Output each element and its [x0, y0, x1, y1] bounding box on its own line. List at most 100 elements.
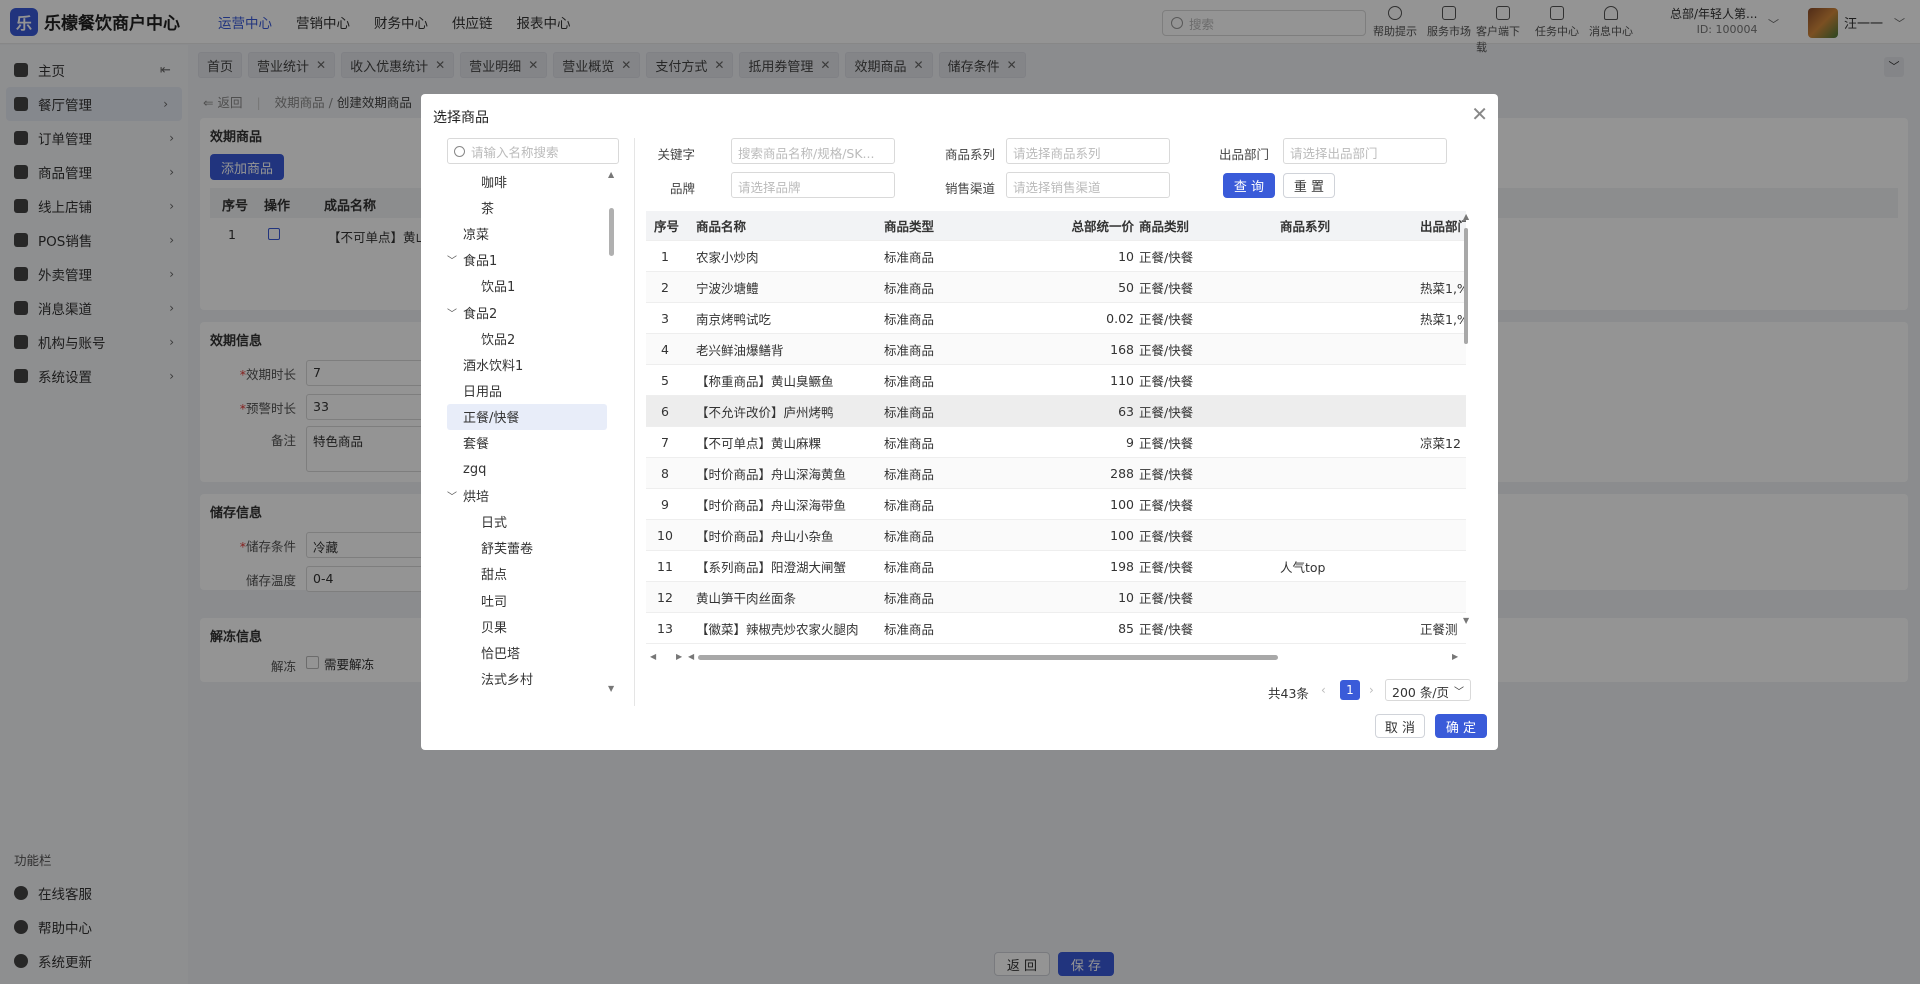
cell-price: 100: [1110, 527, 1134, 543]
table-row[interactable]: 5 【称重商品】黄山臭鳜鱼 标准商品 110 正餐/快餐: [646, 365, 1466, 396]
table-row[interactable]: 4 老兴鲜油爆鳝背 标准商品 168 正餐/快餐: [646, 334, 1466, 365]
tree-node-japanese[interactable]: 日式: [447, 508, 607, 534]
tree-node-daily[interactable]: 日用品: [447, 378, 607, 404]
query-button[interactable]: 查 询: [1223, 173, 1275, 198]
grid-h-scroll-thumb[interactable]: [698, 655, 1278, 660]
scroll-up-icon[interactable]: ▲: [608, 170, 614, 179]
cell-price: 10: [1118, 248, 1134, 264]
page-size-select[interactable]: 200 条/页 ﹀: [1385, 679, 1471, 701]
cell-price: 63: [1118, 403, 1134, 419]
tree-node-zgq[interactable]: zgq: [447, 456, 607, 482]
tree-node-dessert[interactable]: 甜点: [447, 561, 607, 587]
tree-search-input[interactable]: 请输入名称搜索: [447, 138, 619, 164]
table-row[interactable]: 13 【徽菜】辣椒壳炒农家火腿肉 标准商品 85 正餐/快餐 正餐测: [646, 613, 1466, 644]
cell-category: 正餐/快餐: [1139, 249, 1194, 265]
tree-node-drink1[interactable]: 饮品1: [447, 273, 607, 299]
chevron-left-icon[interactable]: ‹: [1321, 683, 1326, 697]
scroll-up-icon[interactable]: ▲: [1463, 212, 1469, 221]
cell-category: 正餐/快餐: [1139, 404, 1194, 420]
cell-name: 【时价商品】舟山小杂鱼: [696, 528, 834, 544]
chevron-right-icon[interactable]: ›: [1369, 683, 1374, 697]
table-row[interactable]: 10 【时价商品】舟山小杂鱼 标准商品 100 正餐/快餐: [646, 520, 1466, 551]
cell-name: 【时价商品】舟山深海黄鱼: [696, 466, 847, 482]
cell-index: 4: [661, 341, 669, 357]
cell-name: 【徽菜】辣椒壳炒农家火腿肉: [696, 621, 859, 637]
table-row[interactable]: 1 农家小炒肉 标准商品 10 正餐/快餐: [646, 241, 1466, 272]
chevron-down-icon[interactable]: ﹀: [447, 488, 463, 503]
col-category: 商品类别: [1139, 219, 1190, 234]
tree-node-beverage1[interactable]: 酒水饮料1: [447, 351, 607, 377]
tree-scroll-thumb[interactable]: [609, 208, 614, 256]
cell-name: 农家小炒肉: [696, 249, 759, 265]
scroll-down-icon[interactable]: ▼: [608, 684, 614, 693]
scroll-left-icon[interactable]: ◀: [650, 652, 656, 661]
cell-type: 标准商品: [884, 435, 935, 451]
table-row[interactable]: 8 【时价商品】舟山深海黄鱼 标准商品 288 正餐/快餐: [646, 458, 1466, 489]
table-row[interactable]: 2 宁波沙塘鳢 标准商品 50 正餐/快餐 热菜1,%: [646, 272, 1466, 303]
brand-select[interactable]: 请选择品牌: [731, 172, 895, 198]
table-row[interactable]: 9 【时价商品】舟山深海带鱼 标准商品 100 正餐/快餐: [646, 489, 1466, 520]
table-row-hovered[interactable]: 6 【不允许改价】庐州烤鸭 标准商品 63 正餐/快餐: [646, 396, 1466, 427]
channel-select[interactable]: 请选择销售渠道: [1006, 172, 1170, 198]
keyword-input[interactable]: 搜索商品名称/规格/SK...: [731, 138, 895, 164]
close-icon[interactable]: ✕: [1471, 102, 1488, 126]
cell-name: 【系列商品】阳澄湖大闸蟹: [696, 559, 847, 575]
chevron-down-icon[interactable]: ﹀: [447, 305, 463, 320]
table-row[interactable]: 12 黄山笋干肉丝面条 标准商品 10 正餐/快餐: [646, 582, 1466, 613]
tree-node-country[interactable]: 法式乡村: [447, 666, 607, 692]
tree-node-label: 凉菜: [463, 227, 490, 243]
cell-name: 南京烤鸭试吃: [696, 311, 772, 327]
table-row[interactable]: 7 【不可单点】黄山麻粿 标准商品 9 正餐/快餐 凉菜12: [646, 427, 1466, 458]
table-row[interactable]: 3 南京烤鸭试吃 标准商品 0.02 正餐/快餐 热菜1,%: [646, 303, 1466, 334]
goods-grid: 序号 商品名称 商品类型 总部统一价 商品类别 商品系列 出品部门 1 农家小炒…: [646, 211, 1466, 656]
scroll-down-icon[interactable]: ▼: [1463, 616, 1469, 625]
pager-page-current[interactable]: 1: [1340, 680, 1360, 700]
grid-horizontal-scrollbar[interactable]: ◀ ▶ ◀ ▶: [646, 652, 1464, 662]
cell-price: 168: [1110, 341, 1134, 357]
tree-node-label: 恰巴塔: [481, 646, 521, 662]
scroll-right-icon[interactable]: ▶: [1452, 652, 1458, 661]
tree-node-coffee[interactable]: 咖啡: [447, 168, 607, 194]
tree-node-drink2[interactable]: 饮品2: [447, 325, 607, 351]
tree-node-food2[interactable]: ﹀ 食品2: [447, 299, 607, 325]
tree-node-bagel[interactable]: 贝果: [447, 613, 607, 639]
col-type: 商品类型: [884, 219, 935, 234]
tree-node-label: 咖啡: [481, 175, 508, 191]
tree-node-meal-selected[interactable]: 正餐/快餐: [447, 403, 607, 430]
cell-price: 288: [1110, 465, 1134, 481]
dept-label: 出品部门: [1218, 147, 1269, 162]
cell-index: 8: [661, 465, 669, 481]
reset-button[interactable]: 重 置: [1283, 173, 1335, 198]
cell-type: 标准商品: [884, 280, 935, 296]
modal-title: 选择商品: [433, 110, 489, 126]
dept-select[interactable]: 请选择出品部门: [1283, 138, 1447, 164]
tree-node-toast[interactable]: 吐司: [447, 587, 607, 613]
tree-node-tea[interactable]: 茶: [447, 194, 607, 220]
cell-series: 人气top: [1280, 559, 1326, 575]
tree-scrollbar[interactable]: ▲ ▼: [608, 170, 615, 694]
cell-price: 9: [1126, 434, 1134, 450]
tree-node-souffle[interactable]: 舒芙蕾卷: [447, 535, 607, 561]
grid-scroll-thumb[interactable]: [1464, 228, 1468, 344]
tree-node-label: 食品1: [463, 254, 498, 270]
cell-category: 正餐/快餐: [1139, 342, 1194, 358]
cell-name: 【时价商品】舟山深海带鱼: [696, 497, 847, 513]
cell-category: 正餐/快餐: [1139, 528, 1194, 544]
tree-node-food1[interactable]: ﹀ 食品1: [447, 247, 607, 273]
chevron-down-icon[interactable]: ﹀: [447, 252, 463, 267]
cell-category: 正餐/快餐: [1139, 280, 1194, 296]
confirm-button[interactable]: 确 定: [1435, 714, 1487, 738]
tree-node-baking[interactable]: ﹀ 烘培: [447, 482, 607, 508]
channel-label: 销售渠道: [944, 181, 995, 196]
tree-node-label: zgq: [463, 461, 487, 477]
tree-node-set-meal[interactable]: 套餐: [447, 430, 607, 456]
tree-node-cold-dish[interactable]: 凉菜: [447, 220, 607, 246]
grid-vertical-scrollbar[interactable]: ▲ ▼: [1463, 212, 1471, 625]
scroll-right-icon[interactable]: ▶: [676, 652, 682, 661]
table-row[interactable]: 11 【系列商品】阳澄湖大闸蟹 标准商品 198 正餐/快餐 人气top: [646, 551, 1466, 582]
tree-node-ciabatta[interactable]: 恰巴塔: [447, 639, 607, 665]
series-select[interactable]: 请选择商品系列: [1006, 138, 1170, 164]
pager-total: 共43条: [1268, 686, 1309, 701]
cancel-button[interactable]: 取 消: [1375, 714, 1425, 738]
scroll-left-icon[interactable]: ◀: [688, 652, 694, 661]
